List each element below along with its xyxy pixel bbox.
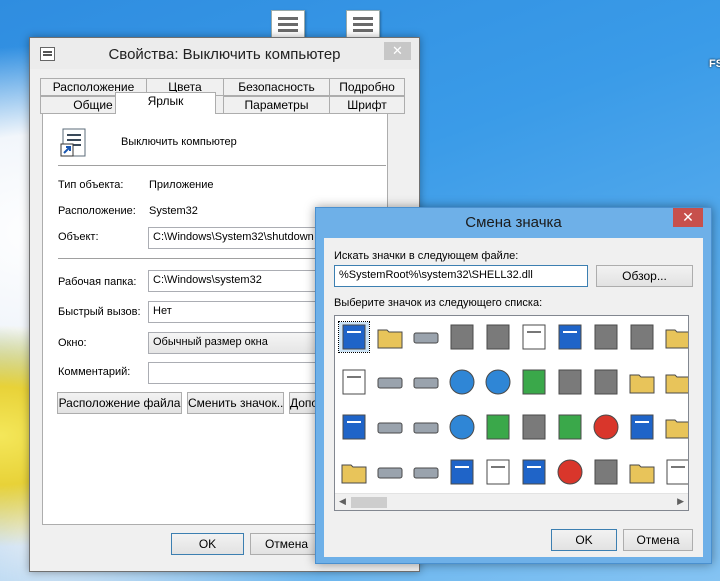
change-icon-button[interactable]: Сменить значок...: [187, 392, 284, 414]
folder-grid-icon[interactable]: [663, 322, 688, 352]
scrollbar-thumb[interactable]: [351, 497, 387, 508]
floppy-icon[interactable]: [375, 412, 405, 442]
computer-icon[interactable]: [447, 457, 477, 487]
location-value: System32: [149, 205, 198, 217]
change-icon-title: Смена значка: [465, 214, 562, 231]
close-icon[interactable]: ✕: [384, 42, 411, 60]
blank-window-icon[interactable]: [338, 321, 370, 353]
desktop-edge-text: FS: [709, 58, 720, 70]
network-drive-icon[interactable]: [411, 367, 441, 397]
disconnected-drive-icon[interactable]: [411, 412, 441, 442]
document-icon[interactable]: [339, 367, 369, 397]
dialog-ok-button[interactable]: OK: [551, 529, 617, 551]
divider-top: [58, 165, 386, 166]
search-file-label: Искать значки в следующем файле:: [334, 250, 519, 262]
cd-drive-icon[interactable]: [411, 457, 441, 487]
tab-font[interactable]: Шрифт: [329, 96, 405, 114]
search-icon[interactable]: [519, 412, 549, 442]
workdir-field[interactable]: C:\Windows\system32: [148, 270, 318, 292]
shortcut-name: Выключить компьютер: [121, 136, 237, 148]
icon-list[interactable]: ◀ ▶: [334, 315, 689, 511]
file-location-button[interactable]: Расположение файла: [57, 392, 182, 414]
network-share-icon[interactable]: [555, 412, 585, 442]
removable-drive-icon[interactable]: [375, 457, 405, 487]
folder-share-icon[interactable]: [627, 367, 657, 397]
open-folder-icon[interactable]: [339, 457, 369, 487]
network-globe-icon[interactable]: [483, 367, 513, 397]
close-icon[interactable]: ✕: [673, 208, 703, 227]
dialog-cancel-button[interactable]: Отмена: [623, 529, 693, 551]
help-icon[interactable]: [519, 457, 549, 487]
shortcut-arrow-icon[interactable]: [591, 367, 621, 397]
drive-icon[interactable]: [411, 322, 441, 352]
folder-font-icon[interactable]: [663, 412, 688, 442]
location-label: Расположение:: [58, 205, 136, 217]
props-cancel-button[interactable]: Отмена: [250, 533, 323, 555]
tab-security[interactable]: Безопасность: [223, 78, 330, 96]
cpu-icon[interactable]: [555, 367, 585, 397]
tab-settings[interactable]: Параметры: [223, 96, 330, 114]
workdir-label: Рабочая папка:: [58, 276, 137, 288]
disk-folder-icon[interactable]: [663, 367, 688, 397]
change-icon-dialog: Смена значка ✕ Искать значки в следующем…: [315, 207, 712, 564]
props-ok-button[interactable]: OK: [171, 533, 244, 555]
network-icon[interactable]: [483, 412, 513, 442]
window-icon[interactable]: [339, 412, 369, 442]
comment-label: Комментарий:: [58, 366, 131, 378]
control-panel-icon[interactable]: [519, 367, 549, 397]
horizontal-scrollbar[interactable]: ◀ ▶: [335, 493, 688, 510]
tab-details[interactable]: Подробно: [329, 78, 405, 96]
properties-title: Свойства: Выключить компьютер: [108, 46, 341, 63]
icon-list-label: Выберите значок из следующего списка:: [334, 297, 543, 309]
tools-folder-icon[interactable]: [627, 457, 657, 487]
scroll-left-icon[interactable]: ◀: [339, 496, 346, 507]
type-value: Приложение: [149, 179, 214, 191]
folder-icon[interactable]: [375, 322, 405, 352]
browse-button[interactable]: Обзор...: [596, 265, 693, 287]
divider-middle: [58, 258, 318, 259]
properties-titlebar[interactable]: Свойства: Выключить компьютер ✕: [30, 38, 419, 69]
object-label: Объект:: [58, 231, 99, 243]
type-label: Тип объекта:: [58, 179, 124, 191]
scroll-right-icon[interactable]: ▶: [677, 496, 684, 507]
display-settings-icon[interactable]: [555, 322, 585, 352]
globe-icon[interactable]: [447, 367, 477, 397]
comment-field[interactable]: [148, 362, 318, 384]
calculator-icon[interactable]: [483, 457, 513, 487]
trash-icon[interactable]: [591, 457, 621, 487]
change-icon-body: Искать значки в следующем файле: %System…: [324, 238, 703, 557]
window-select[interactable]: Обычный размер окна: [148, 332, 318, 354]
printer-icon[interactable]: [483, 322, 513, 352]
hand-icon[interactable]: [591, 322, 621, 352]
window-label: Окно:: [58, 337, 87, 349]
icon-file-input[interactable]: %SystemRoot%\system32\SHELL32.dll: [334, 265, 588, 287]
shortcut-icon: [60, 128, 88, 158]
server-icon[interactable]: [375, 367, 405, 397]
globe-mouse-icon[interactable]: [447, 412, 477, 442]
power-icon-small[interactable]: [591, 412, 621, 442]
checklist-icon[interactable]: [663, 457, 688, 487]
advanced-button[interactable]: Дополнительно...: [289, 392, 317, 414]
tab-shortcut[interactable]: Ярлык: [115, 92, 216, 114]
clock-document-icon[interactable]: [519, 322, 549, 352]
hotkey-field[interactable]: Нет: [148, 301, 318, 323]
recycle-bin-icon[interactable]: [627, 322, 657, 352]
object-field[interactable]: C:\Windows\System32\shutdown: [148, 227, 318, 249]
monitor-icon[interactable]: [627, 412, 657, 442]
chip-icon[interactable]: [447, 322, 477, 352]
shutdown-icon[interactable]: [555, 457, 585, 487]
hotkey-label: Быстрый вызов:: [58, 306, 141, 318]
